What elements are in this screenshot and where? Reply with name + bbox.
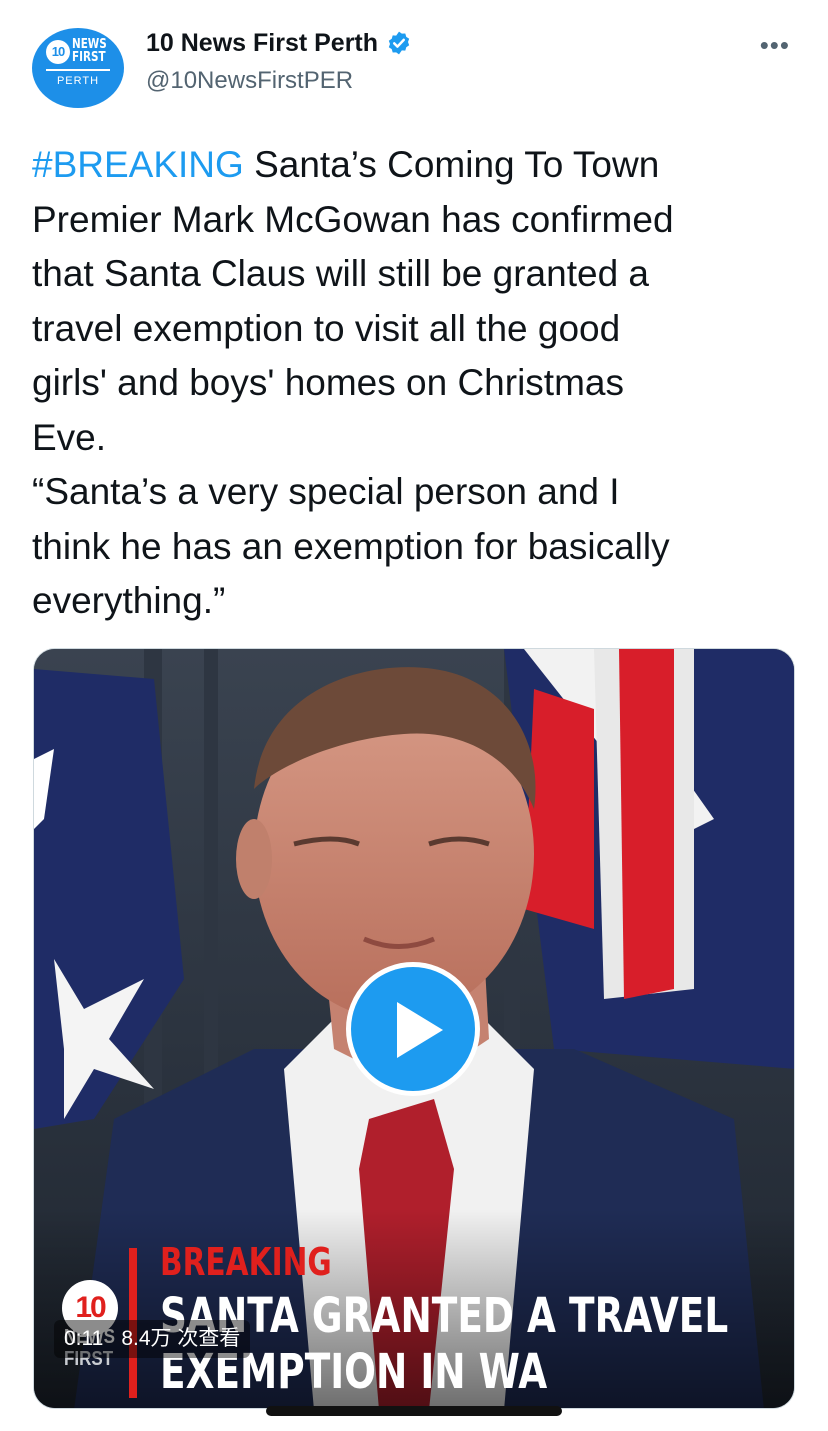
hashtag-link[interactable]: #BREAKING xyxy=(32,144,244,185)
avatar-divider xyxy=(46,69,110,71)
video-view-count: 8.4万 次查看 xyxy=(121,1327,241,1350)
avatar[interactable]: 10 NEWS FIRST PERTH xyxy=(32,28,124,108)
tweet-line-0: #BREAKING Santa’s Coming To Town xyxy=(32,138,802,193)
tweet-line: everything.” xyxy=(32,580,226,621)
tweet-line: that Santa Claus will still be granted a xyxy=(32,253,650,294)
avatar-logo-number: 10 xyxy=(46,40,70,64)
play-icon xyxy=(397,1002,443,1058)
verified-badge-icon xyxy=(388,31,410,55)
play-button[interactable] xyxy=(346,962,480,1096)
tweet-line: girls' and boys' homes on Christmas xyxy=(32,362,624,403)
home-indicator[interactable] xyxy=(266,1406,562,1416)
more-options-icon[interactable]: ••• xyxy=(760,30,790,61)
display-name-row[interactable]: 10 News First Perth xyxy=(146,28,412,58)
tweet-header: 10 NEWS FIRST PERTH 10 News First Perth … xyxy=(32,28,796,108)
video-meta: 0:11 8.4万 次查看 xyxy=(54,1320,251,1358)
account-handle[interactable]: @10NewsFirstPER xyxy=(146,66,353,96)
display-name[interactable]: 10 News First Perth xyxy=(146,28,378,58)
tweet-line-0-text: Santa’s Coming To Town xyxy=(243,144,660,185)
avatar-logo-word2: FIRST xyxy=(72,50,106,65)
video-duration: 0:11 xyxy=(64,1327,104,1350)
tweet-line: Eve. xyxy=(32,416,107,458)
banner-breaking-label: BREAKING xyxy=(160,1240,332,1284)
avatar-logo-sub: PERTH xyxy=(56,75,100,87)
tweet-line: travel exemption to visit all the good xyxy=(32,307,621,349)
tweet-text: #BREAKING Santa’s Coming To Town Premier… xyxy=(32,138,802,629)
tweet-line: “Santa’s a very special person and I xyxy=(32,471,620,512)
tweet-line: think he has an exemption for basically xyxy=(32,525,670,567)
tweet-line: Premier Mark McGowan has confirmed xyxy=(32,198,674,240)
avatar-logo-text: NEWS FIRST xyxy=(72,38,107,64)
